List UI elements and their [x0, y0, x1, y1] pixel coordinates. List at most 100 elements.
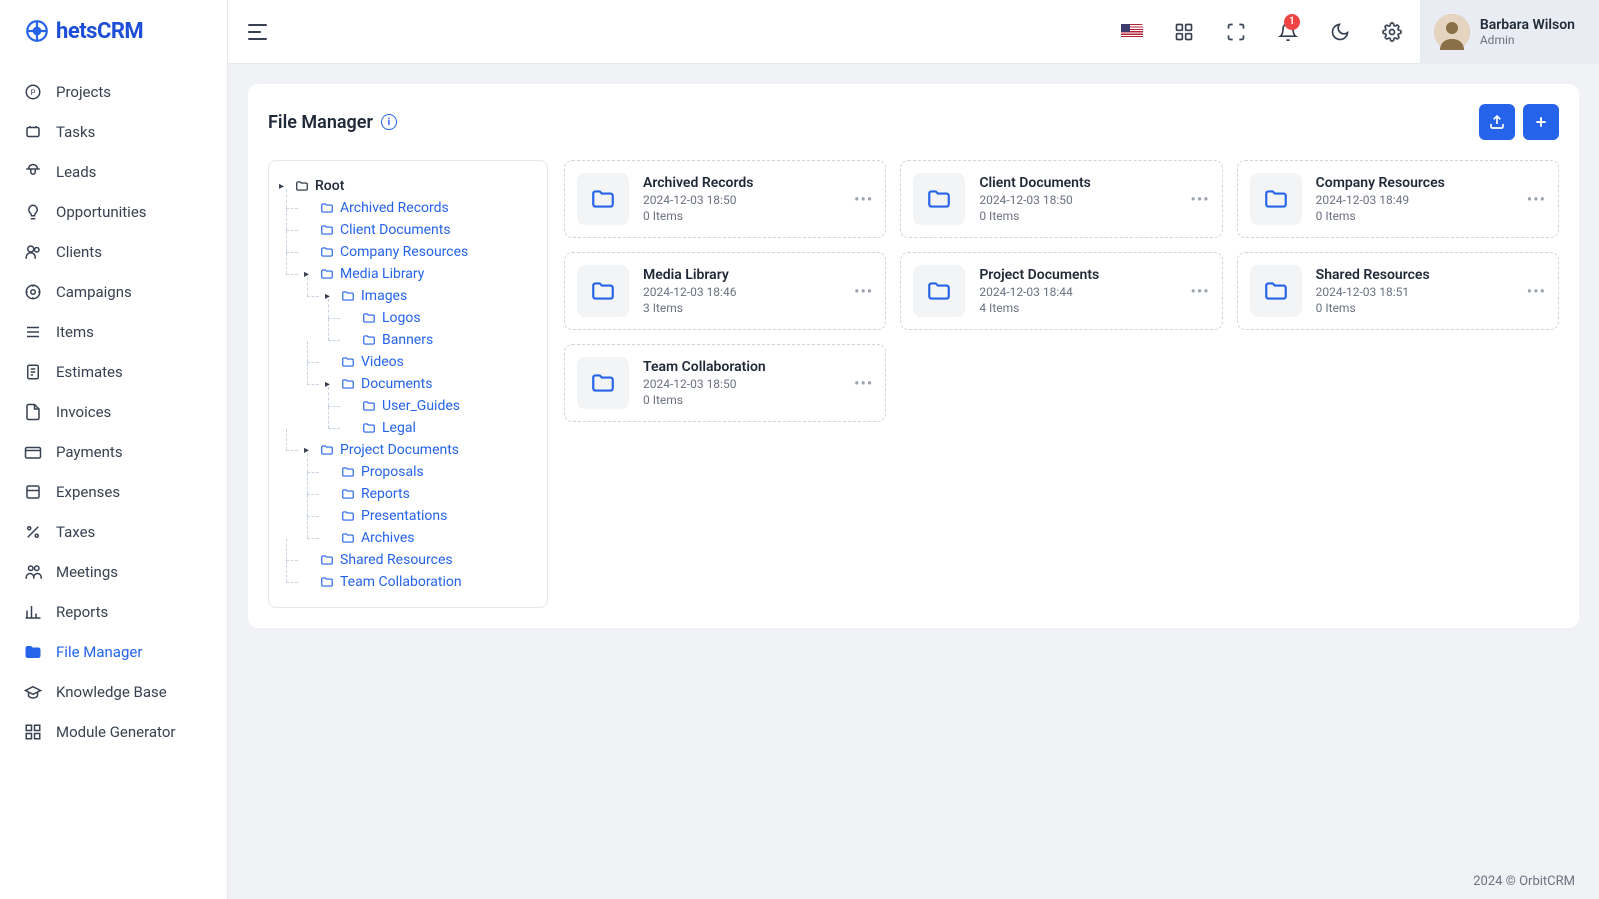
nav-label: Payments — [56, 443, 123, 461]
folder-icon — [577, 173, 629, 225]
sidebar-item-expenses[interactable]: Expenses — [0, 472, 227, 512]
tree-label: User_Guides — [382, 398, 460, 414]
more-icon[interactable]: ••• — [854, 374, 873, 393]
tree-node[interactable]: ▸Project Documents — [286, 439, 537, 461]
sidebar-item-leads[interactable]: Leads — [0, 152, 227, 192]
folder-icon — [362, 421, 376, 435]
sidebar-item-clients[interactable]: Clients — [0, 232, 227, 272]
tree-node[interactable]: Reports — [307, 483, 537, 505]
sidebar-item-invoices[interactable]: Invoices — [0, 392, 227, 432]
dark-mode-icon[interactable] — [1316, 0, 1364, 64]
more-icon[interactable]: ••• — [1190, 190, 1209, 209]
fullscreen-icon[interactable] — [1212, 0, 1260, 64]
nav-label: File Manager — [56, 643, 142, 661]
tree-node[interactable]: Archives — [307, 527, 537, 549]
folder-card[interactable]: Shared Resources 2024-12-03 18:51 0 Item… — [1237, 252, 1559, 330]
upload-button[interactable] — [1479, 104, 1515, 140]
folder-card[interactable]: Team Collaboration 2024-12-03 18:50 0 It… — [564, 344, 886, 422]
nav-label: Items — [56, 323, 94, 341]
folder-name: Team Collaboration — [643, 359, 766, 375]
nav-label: Meetings — [56, 563, 118, 581]
settings-icon[interactable] — [1368, 0, 1416, 64]
folder-icon — [577, 265, 629, 317]
tree-node[interactable]: Banners — [328, 329, 537, 351]
more-icon[interactable]: ••• — [854, 190, 873, 209]
folder-card[interactable]: Media Library 2024-12-03 18:46 3 Items •… — [564, 252, 886, 330]
tree-node[interactable]: Shared Resources — [286, 549, 537, 571]
sidebar-item-opportunities[interactable]: Opportunities — [0, 192, 227, 232]
tree-node[interactable]: Archived Records — [286, 197, 537, 219]
taxes-icon — [24, 523, 42, 541]
folder-icon — [362, 333, 376, 347]
tree-node[interactable]: Company Resources — [286, 241, 537, 263]
notifications-icon[interactable]: 1 — [1264, 0, 1312, 64]
tree-label: Reports — [361, 486, 410, 502]
tree-root[interactable]: ▸ Root — [279, 175, 537, 197]
expenses-icon — [24, 483, 42, 501]
sidebar-item-projects[interactable]: PProjects — [0, 72, 227, 112]
sidebar-item-campaigns[interactable]: Campaigns — [0, 272, 227, 312]
folder-icon — [1250, 265, 1302, 317]
sidebar-item-payments[interactable]: Payments — [0, 432, 227, 472]
folder-card[interactable]: Client Documents 2024-12-03 18:50 0 Item… — [900, 160, 1222, 238]
folder-count: 0 Items — [643, 393, 766, 407]
folder-card[interactable]: Company Resources 2024-12-03 18:49 0 Ite… — [1237, 160, 1559, 238]
folder-date: 2024-12-03 18:44 — [979, 285, 1099, 299]
nav-label: Expenses — [56, 483, 120, 501]
tree-node[interactable]: Legal — [328, 417, 537, 439]
folder-count: 0 Items — [643, 209, 753, 223]
tree-node[interactable]: Presentations — [307, 505, 537, 527]
tree-label: Shared Resources — [340, 552, 453, 568]
tree-node[interactable]: Client Documents — [286, 219, 537, 241]
tree-node[interactable]: ▸Media Library — [286, 263, 537, 285]
tree-label: Archives — [361, 530, 415, 546]
sidebar-item-estimates[interactable]: Estimates — [0, 352, 227, 392]
sidebar-item-knowledge[interactable]: Knowledge Base — [0, 672, 227, 712]
folder-icon — [341, 531, 355, 545]
folder-name: Media Library — [643, 267, 736, 283]
folder-name: Company Resources — [1316, 175, 1445, 191]
knowledge-icon — [24, 683, 42, 701]
user-name: Barbara Wilson — [1480, 17, 1575, 33]
info-icon[interactable]: i — [381, 114, 397, 130]
tree-node[interactable]: ▸Documents — [307, 373, 537, 395]
sidebar-item-meetings[interactable]: Meetings — [0, 552, 227, 592]
tree-node[interactable]: Proposals — [307, 461, 537, 483]
user-menu[interactable]: Barbara Wilson Admin — [1420, 0, 1599, 64]
nav-label: Opportunities — [56, 203, 147, 221]
folder-icon — [320, 575, 334, 589]
sidebar-item-items[interactable]: Items — [0, 312, 227, 352]
brand-logo[interactable]: hetsCRM — [0, 0, 227, 62]
tree-node[interactable]: Videos — [307, 351, 537, 373]
folder-card[interactable]: Project Documents 2024-12-03 18:44 4 Ite… — [900, 252, 1222, 330]
folder-name: Project Documents — [979, 267, 1099, 283]
more-icon[interactable]: ••• — [1190, 282, 1209, 301]
tree-label: Company Resources — [340, 244, 468, 260]
sidebar-item-taxes[interactable]: Taxes — [0, 512, 227, 552]
add-button[interactable] — [1523, 104, 1559, 140]
folder-name: Archived Records — [643, 175, 753, 191]
sidebar-item-reports[interactable]: Reports — [0, 592, 227, 632]
tree-node[interactable]: Logos — [328, 307, 537, 329]
sidebar-item-tasks[interactable]: Tasks — [0, 112, 227, 152]
more-icon[interactable]: ••• — [1527, 282, 1546, 301]
menu-toggle-icon[interactable] — [248, 23, 272, 41]
sidebar-item-module[interactable]: Module Generator — [0, 712, 227, 752]
apps-icon[interactable] — [1160, 0, 1208, 64]
tree-label: Media Library — [340, 266, 424, 282]
sidebar-item-file-manager[interactable]: File Manager — [0, 632, 227, 672]
folder-date: 2024-12-03 18:50 — [643, 193, 753, 207]
more-icon[interactable]: ••• — [1527, 190, 1546, 209]
more-icon[interactable]: ••• — [854, 282, 873, 301]
tree-node[interactable]: Team Collaboration — [286, 571, 537, 593]
sidebar: hetsCRM PProjectsTasksLeads Opportunities… — [0, 0, 228, 899]
leads-icon — [24, 163, 42, 181]
reports-icon — [24, 603, 42, 621]
tree-node[interactable]: ▸Images — [307, 285, 537, 307]
folder-icon — [341, 355, 355, 369]
folder-icon — [341, 289, 355, 303]
folder-date: 2024-12-03 18:51 — [1316, 285, 1430, 299]
language-flag[interactable] — [1108, 0, 1156, 64]
folder-card[interactable]: Archived Records 2024-12-03 18:50 0 Item… — [564, 160, 886, 238]
tree-node[interactable]: User_Guides — [328, 395, 537, 417]
